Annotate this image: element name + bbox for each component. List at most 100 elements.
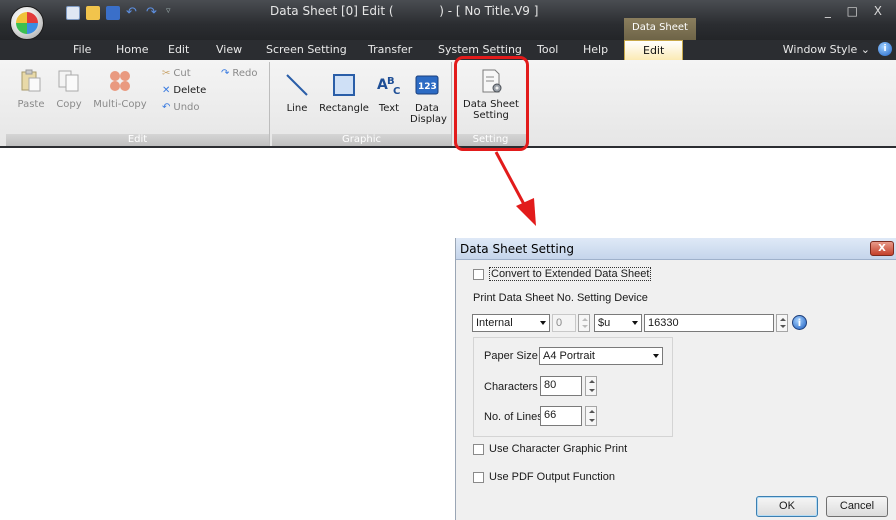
pdf-output-label: Use PDF Output Function — [489, 471, 615, 483]
menu-edit[interactable]: Edit — [168, 43, 189, 56]
lines-value: 66 — [544, 409, 557, 421]
chevron-down-icon — [540, 321, 546, 325]
open-folder-icon[interactable] — [86, 6, 100, 20]
copy-icon — [58, 70, 79, 92]
undo-icon[interactable]: ↶ — [126, 6, 140, 20]
paste-button[interactable]: Paste — [16, 68, 46, 110]
cancel-button[interactable]: Cancel — [826, 496, 888, 517]
menu-transfer[interactable]: Transfer — [368, 43, 412, 56]
characters-stepper[interactable] — [585, 376, 597, 396]
device-address-value: 16330 — [648, 317, 679, 329]
redo-arrow-icon: ↷ — [221, 68, 230, 79]
redo-button[interactable]: ↷ Redo — [221, 68, 258, 79]
pdf-output-checkbox-row[interactable]: Use PDF Output Function — [473, 471, 615, 483]
char-graphic-checkbox[interactable] — [473, 443, 484, 455]
redo-label: Redo — [232, 68, 258, 79]
paste-icon — [21, 69, 41, 92]
dialog-title-bar: Data Sheet Setting — [456, 238, 896, 260]
print-device-label: Print Data Sheet No. Setting Device — [473, 292, 648, 304]
menu-home[interactable]: Home — [116, 43, 148, 56]
context-tab-group-data-sheet: Data Sheet — [624, 18, 696, 40]
rectangle-button[interactable]: Rectangle — [318, 72, 370, 114]
cut-label: Cut — [173, 68, 191, 79]
chevron-down-icon: ⌄ — [860, 43, 870, 56]
help-info-icon[interactable]: i — [878, 42, 892, 56]
device-index-field[interactable]: 0 — [552, 314, 576, 332]
undo-button[interactable]: ↶ Undo — [162, 102, 200, 113]
convert-extended-checkbox[interactable] — [473, 268, 484, 280]
menu-system-setting[interactable]: System Setting — [438, 43, 522, 56]
svg-text:C: C — [393, 86, 400, 97]
chevron-down-icon — [653, 354, 659, 358]
window-style-dropdown[interactable]: Window Style ⌄ — [783, 43, 870, 56]
app-logo-icon — [16, 12, 38, 34]
device-address-stepper[interactable] — [776, 314, 788, 332]
device-type-select[interactable]: Internal — [472, 314, 550, 332]
delete-button[interactable]: ✕ Delete — [162, 85, 206, 96]
multi-copy-icon — [110, 71, 130, 91]
save-icon[interactable] — [106, 6, 120, 20]
group-label-graphic: Graphic — [272, 134, 451, 146]
ribbon: Paste Copy Multi-Copy ✂ Cut ✕ Delete ↶ U… — [0, 60, 896, 148]
ok-button[interactable]: OK — [756, 496, 818, 517]
pdf-output-checkbox[interactable] — [473, 471, 484, 483]
delete-x-icon: ✕ — [162, 85, 171, 96]
char-graphic-checkbox-row[interactable]: Use Character Graphic Print — [473, 443, 627, 455]
characters-field[interactable]: 80 — [540, 376, 582, 396]
menu-view[interactable]: View — [216, 43, 242, 56]
undo-arrow-icon: ↶ — [162, 102, 171, 113]
lines-field[interactable]: 66 — [540, 406, 582, 426]
lines-label: No. of Lines — [484, 411, 543, 423]
chevron-down-icon — [632, 321, 638, 325]
window-controls[interactable]: _ □ X — [825, 4, 888, 18]
device-prefix-select[interactable]: $u — [594, 314, 642, 332]
cut-button[interactable]: ✂ Cut — [162, 68, 191, 79]
dialog-close-button[interactable]: X — [870, 241, 894, 256]
multi-copy-button[interactable]: Multi-Copy — [92, 68, 148, 110]
menu-screen-setting[interactable]: Screen Setting — [266, 43, 347, 56]
delete-label: Delete — [173, 85, 207, 96]
paper-settings-panel: Paper Size A4 Portrait Characters 80 No.… — [473, 337, 673, 437]
data-sheet-setting-dialog: Data Sheet Setting X Convert to Extended… — [455, 238, 896, 520]
menu-file[interactable]: File — [73, 43, 91, 56]
text-abc-icon: A B C — [377, 76, 400, 97]
characters-label: Characters — [484, 381, 538, 393]
redo-icon[interactable]: ↷ — [146, 6, 160, 20]
text-button[interactable]: A B C Text — [376, 72, 402, 114]
undo-label: Undo — [173, 102, 200, 113]
multi-copy-label: Multi-Copy — [93, 99, 147, 110]
ribbon-group-edit: Paste Copy Multi-Copy ✂ Cut ✕ Delete ↶ U… — [6, 62, 270, 146]
paper-size-value: A4 Portrait — [543, 350, 595, 362]
svg-text:123: 123 — [418, 82, 437, 92]
characters-value: 80 — [544, 379, 557, 391]
menu-help[interactable]: Help — [583, 43, 608, 56]
paste-label: Paste — [17, 99, 45, 110]
paper-size-select[interactable]: A4 Portrait — [539, 347, 663, 365]
customize-toolbar-icon[interactable]: ▿ — [166, 6, 174, 20]
convert-extended-checkbox-row[interactable]: Convert to Extended Data Sheet — [473, 267, 652, 281]
callout-arrow-icon — [494, 151, 536, 226]
device-info-icon[interactable]: i — [792, 315, 807, 330]
data-display-button[interactable]: 123 Data Display — [410, 72, 447, 125]
line-label: Line — [286, 103, 308, 114]
application-window: ↶ ↷ ▿ Data Sheet [0] Edit ( ) - [ No Tit… — [0, 0, 896, 150]
device-index-stepper[interactable] — [578, 314, 590, 332]
window-title: Data Sheet [0] Edit ( ) - [ No Title.V9 … — [270, 4, 539, 18]
lines-stepper[interactable] — [585, 406, 597, 426]
new-file-icon[interactable] — [66, 6, 80, 20]
text-label: Text — [378, 103, 400, 114]
line-button[interactable]: Line — [284, 72, 310, 114]
paper-size-label: Paper Size — [484, 350, 538, 362]
quick-access-toolbar: ↶ ↷ ▿ — [66, 5, 174, 21]
window-style-label: Window Style — [782, 43, 858, 56]
rectangle-icon — [333, 74, 355, 96]
device-address-field[interactable]: 16330 — [644, 314, 774, 332]
application-menu-button[interactable] — [10, 6, 44, 40]
tab-edit-active[interactable]: Edit — [624, 40, 684, 61]
menu-tool[interactable]: Tool — [537, 43, 558, 56]
title-bar: ↶ ↷ ▿ Data Sheet [0] Edit ( ) - [ No Tit… — [0, 0, 896, 40]
device-prefix-value: $u — [598, 317, 611, 329]
data-display-label-2: Display — [410, 114, 447, 125]
char-graphic-label: Use Character Graphic Print — [489, 443, 628, 455]
copy-button[interactable]: Copy — [54, 68, 84, 110]
